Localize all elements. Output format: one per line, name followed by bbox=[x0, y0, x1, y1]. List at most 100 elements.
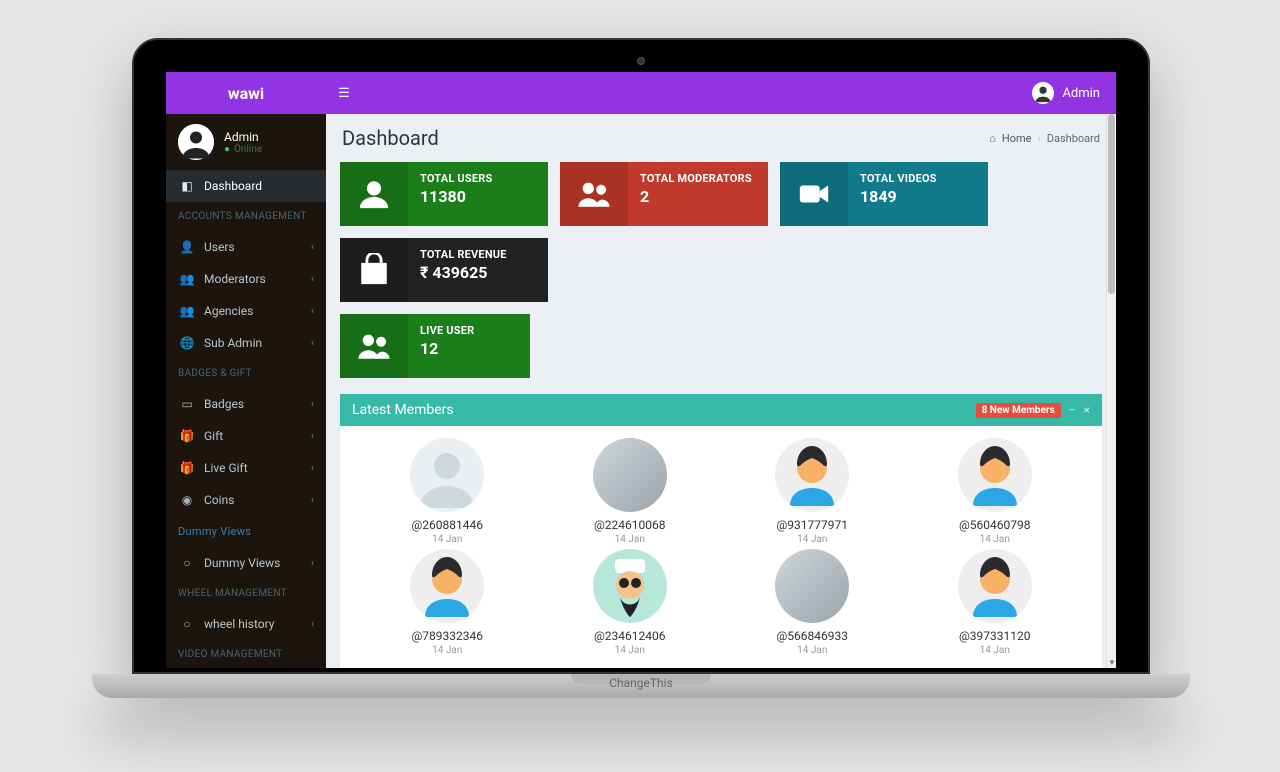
scrollbar-thumb[interactable] bbox=[1108, 114, 1115, 294]
stat-total-revenue[interactable]: TOTAL REVENUE ₹ 439625 bbox=[340, 238, 548, 302]
member-card[interactable]: @566846933 14 Jan bbox=[725, 549, 900, 656]
close-button[interactable]: × bbox=[1084, 403, 1090, 417]
avatar-icon[interactable] bbox=[1032, 82, 1054, 104]
member-handle: @234612406 bbox=[543, 629, 718, 643]
chevron-left-icon: ‹ bbox=[311, 431, 314, 442]
member-card[interactable]: @560460798 14 Jan bbox=[908, 438, 1083, 545]
scrollbar[interactable]: ▲ ▼ bbox=[1106, 114, 1116, 668]
collapse-button[interactable]: − bbox=[1069, 403, 1076, 417]
laptop-base: ChangeThis bbox=[92, 674, 1190, 698]
laptop-base-label: ChangeThis bbox=[609, 676, 673, 690]
sidebar-item-dummy-views[interactable]: ○ Dummy Views ‹ bbox=[166, 547, 326, 579]
stat-total-moderators[interactable]: TOTAL MODERATORS 2 bbox=[560, 162, 768, 226]
sidebar-item-agencies[interactable]: 👥 Agencies ‹ bbox=[166, 295, 326, 327]
member-date: 14 Jan bbox=[360, 534, 535, 545]
member-handle: @560460798 bbox=[908, 518, 1083, 532]
bag-icon bbox=[340, 238, 408, 302]
latest-members-header: Latest Members 8 New Members − × bbox=[340, 394, 1102, 426]
sidebar-user-panel: Admin Online bbox=[166, 114, 326, 170]
user-icon bbox=[340, 162, 408, 226]
member-avatar bbox=[593, 438, 667, 512]
stat-value: 1849 bbox=[860, 187, 937, 206]
member-avatar bbox=[410, 549, 484, 623]
member-avatar bbox=[958, 549, 1032, 623]
chevron-left-icon: ‹ bbox=[311, 463, 314, 474]
dashboard-icon: ◧ bbox=[178, 179, 196, 193]
member-card[interactable]: @22461006814 Jan bbox=[543, 438, 718, 545]
sidebar-header-badges-gift: BADGES & GIFT bbox=[166, 359, 326, 388]
sidebar-item-wheel-history[interactable]: ○ wheel history ‹ bbox=[166, 608, 326, 640]
sidebar-item-label: Gift bbox=[204, 429, 223, 443]
chevron-left-icon: ‹ bbox=[311, 338, 314, 349]
coin-icon: ◉ bbox=[178, 493, 196, 507]
stat-label: TOTAL VIDEOS bbox=[860, 172, 937, 185]
member-avatar bbox=[775, 549, 849, 623]
member-date: 14 Jan bbox=[908, 645, 1083, 656]
sidebar-item-users[interactable]: 👤 Users ‹ bbox=[166, 231, 326, 263]
gift-icon: 🎁 bbox=[178, 429, 196, 443]
member-card[interactable]: @39733112014 Jan bbox=[908, 549, 1083, 656]
member-avatar bbox=[593, 549, 667, 623]
sidebar-item-label: wheel history bbox=[204, 617, 274, 631]
breadcrumb-separator: › bbox=[1037, 132, 1040, 145]
sidebar-item-gift[interactable]: 🎁 Gift ‹ bbox=[166, 420, 326, 452]
topbar: wawi ☰ Admin bbox=[166, 72, 1116, 114]
brand-logo[interactable]: wawi bbox=[166, 84, 326, 103]
stat-value: 11380 bbox=[420, 187, 492, 206]
member-card[interactable]: @260881446 14 Jan bbox=[360, 438, 535, 545]
sidebar-item-label: Badges bbox=[204, 397, 244, 411]
member-handle: @224610068 bbox=[543, 518, 718, 532]
sidebar-item-label: Users bbox=[204, 240, 235, 254]
page-header: Dashboard ⌂ Home › Dashboard bbox=[326, 114, 1116, 156]
stat-live-user[interactable]: LIVE USER 12 bbox=[340, 314, 530, 378]
member-card[interactable]: @23461240614 Jan bbox=[543, 549, 718, 656]
app-screen: wawi ☰ Admin Admin Onli bbox=[166, 72, 1116, 668]
member-card[interactable]: @789332346 14 Jan bbox=[360, 549, 535, 656]
home-icon: ⌂ bbox=[989, 132, 996, 145]
chevron-left-icon: ‹ bbox=[311, 242, 314, 253]
user-icon: 👤 bbox=[178, 240, 196, 254]
chevron-left-icon: ‹ bbox=[311, 274, 314, 285]
stat-label: TOTAL REVENUE bbox=[420, 248, 507, 261]
globe-icon: 🌐 bbox=[178, 336, 196, 350]
member-handle: @566846933 bbox=[725, 629, 900, 643]
member-date: 14 Jan bbox=[908, 534, 1083, 545]
member-handle: @789332346 bbox=[360, 629, 535, 643]
sidebar-item-sub-admin[interactable]: 🌐 Sub Admin ‹ bbox=[166, 327, 326, 359]
view-all-row: View All Users bbox=[340, 660, 1102, 668]
sidebar-item-badges[interactable]: ▭ Badges ‹ bbox=[166, 388, 326, 420]
scroll-down-icon[interactable]: ▼ bbox=[1107, 658, 1116, 668]
chevron-left-icon: ‹ bbox=[311, 558, 314, 569]
stat-label: LIVE USER bbox=[420, 324, 474, 337]
member-date: 14 Jan bbox=[725, 645, 900, 656]
sidebar-item-dashboard[interactable]: ◧ Dashboard bbox=[166, 170, 326, 202]
laptop-camera bbox=[637, 57, 645, 65]
breadcrumb: ⌂ Home › Dashboard bbox=[989, 132, 1100, 145]
members-grid: @26088144614 Jan@22461006814 Jan@9317779… bbox=[340, 426, 1102, 660]
member-date: 14 Jan bbox=[360, 645, 535, 656]
sidebar-item-moderators[interactable]: 👥 Moderators ‹ bbox=[166, 263, 326, 295]
sidebar-item-label: Coins bbox=[204, 493, 234, 507]
sidebar-item-coins[interactable]: ◉ Coins ‹ bbox=[166, 484, 326, 516]
member-card[interactable]: @93177797114 Jan bbox=[725, 438, 900, 545]
stat-value: ₹ 439625 bbox=[420, 263, 507, 282]
box-title: Latest Members bbox=[352, 402, 454, 418]
member-date: 14 Jan bbox=[725, 534, 900, 545]
member-handle: @260881446 bbox=[360, 518, 535, 532]
stat-total-users[interactable]: TOTAL USERS 11380 bbox=[340, 162, 548, 226]
stat-total-videos[interactable]: TOTAL VIDEOS 1849 bbox=[780, 162, 988, 226]
main-content: Dashboard ⌂ Home › Dashboard bbox=[326, 114, 1116, 668]
chevron-left-icon: ‹ bbox=[311, 399, 314, 410]
member-avatar bbox=[775, 438, 849, 512]
topbar-user-name[interactable]: Admin bbox=[1062, 86, 1100, 101]
stat-label: TOTAL MODERATORS bbox=[640, 172, 752, 185]
sidebar-item-live-gift[interactable]: 🎁 Live Gift ‹ bbox=[166, 452, 326, 484]
latest-members-box: Latest Members 8 New Members − × @260881… bbox=[340, 394, 1102, 668]
stat-label: TOTAL USERS bbox=[420, 172, 492, 185]
sidebar-item-label: Sub Admin bbox=[204, 336, 262, 350]
menu-icon: ☰ bbox=[338, 86, 350, 101]
breadcrumb-home[interactable]: Home bbox=[1002, 132, 1032, 145]
sidebar-toggle[interactable]: ☰ bbox=[326, 86, 362, 101]
sidebar-item-label: Moderators bbox=[204, 272, 266, 286]
badge-icon: ▭ bbox=[178, 397, 196, 411]
